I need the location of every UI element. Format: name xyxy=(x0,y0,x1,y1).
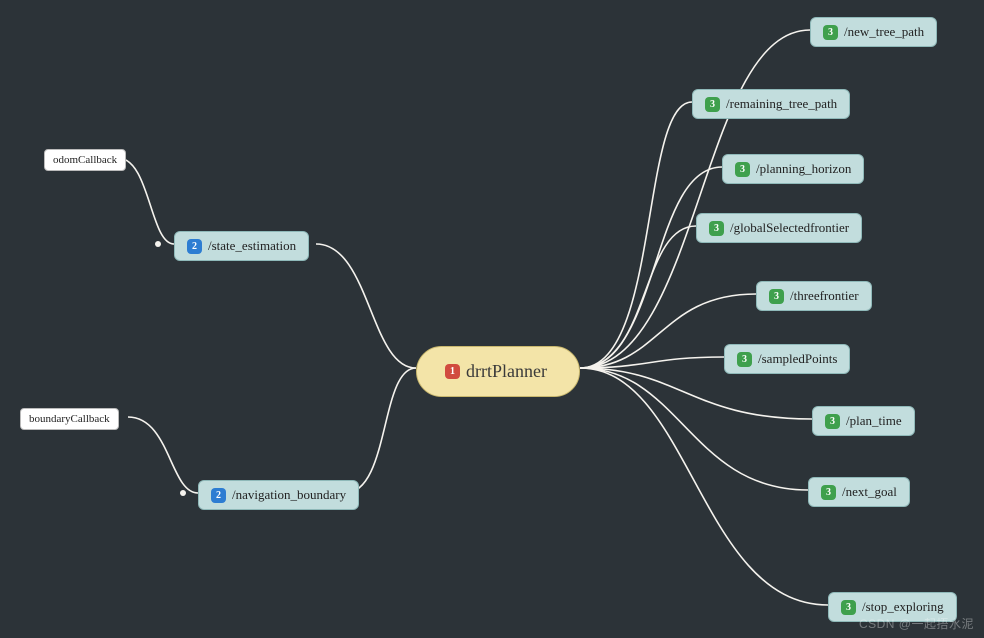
node-label: /planning_horizon xyxy=(756,161,851,177)
node-label: /globalSelectedfrontier xyxy=(730,220,849,236)
node-label: /plan_time xyxy=(846,413,902,429)
watermark: CSDN @一起捂水泥 xyxy=(859,615,974,632)
node-threefrontier[interactable]: 3 /threefrontier xyxy=(756,281,872,311)
priority-badge: 2 xyxy=(211,488,226,503)
node-planning-horizon[interactable]: 3 /planning_horizon xyxy=(722,154,864,184)
priority-badge: 1 xyxy=(445,364,460,379)
node-new-tree-path[interactable]: 3 /new_tree_path xyxy=(810,17,937,47)
center-label: drrtPlanner xyxy=(466,361,547,382)
priority-badge: 2 xyxy=(187,239,202,254)
node-label: /sampledPoints xyxy=(758,351,837,367)
node-label: /remaining_tree_path xyxy=(726,96,837,112)
node-label: /next_goal xyxy=(842,484,897,500)
callback-label: odomCallback xyxy=(53,154,117,166)
priority-badge: 3 xyxy=(769,289,784,304)
node-label: /threefrontier xyxy=(790,288,859,304)
priority-badge: 3 xyxy=(821,485,836,500)
node-remaining-tree-path[interactable]: 3 /remaining_tree_path xyxy=(692,89,850,119)
callback-odomcallback[interactable]: odomCallback xyxy=(44,149,126,171)
node-navigation-boundary[interactable]: 2 /navigation_boundary xyxy=(198,480,359,510)
priority-badge: 3 xyxy=(735,162,750,177)
priority-badge: 3 xyxy=(825,414,840,429)
priority-badge: 3 xyxy=(709,221,724,236)
callback-label: boundaryCallback xyxy=(29,413,110,425)
priority-badge: 3 xyxy=(823,25,838,40)
node-label: /stop_exploring xyxy=(862,599,944,615)
node-plan-time[interactable]: 3 /plan_time xyxy=(812,406,915,436)
priority-badge: 3 xyxy=(705,97,720,112)
node-globalselectedfrontier[interactable]: 3 /globalSelectedfrontier xyxy=(696,213,862,243)
priority-badge: 3 xyxy=(737,352,752,367)
node-next-goal[interactable]: 3 /next_goal xyxy=(808,477,910,507)
node-label: /state_estimation xyxy=(208,238,296,254)
center-node-drrtplanner[interactable]: 1 drrtPlanner xyxy=(416,346,580,397)
node-label: /navigation_boundary xyxy=(232,487,346,503)
callback-boundarycallback[interactable]: boundaryCallback xyxy=(20,408,119,430)
priority-badge: 3 xyxy=(841,600,856,615)
node-label: /new_tree_path xyxy=(844,24,924,40)
node-sampledpoints[interactable]: 3 /sampledPoints xyxy=(724,344,850,374)
node-state-estimation[interactable]: 2 /state_estimation xyxy=(174,231,309,261)
